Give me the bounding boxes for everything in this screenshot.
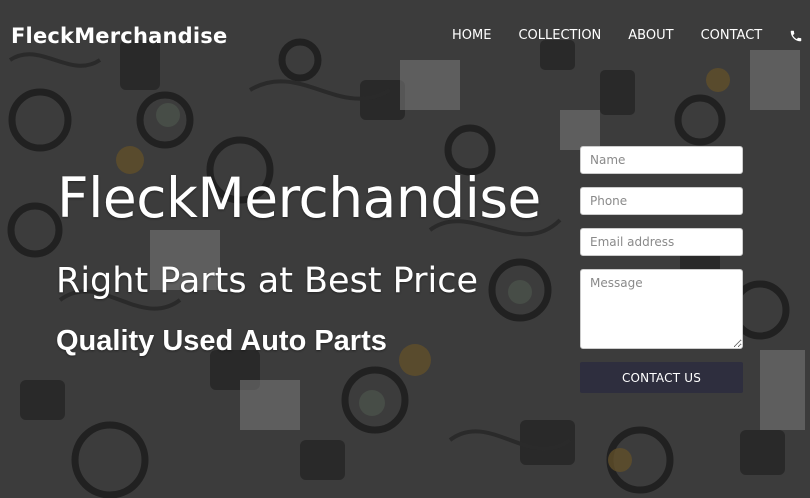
hero-subtitle: Right Parts at Best Price — [56, 261, 479, 301]
phone-icon[interactable] — [789, 29, 803, 43]
main-menu: HOME COLLECTION ABOUT CONTACT — [452, 28, 789, 43]
contact-us-button[interactable]: CONTACT US — [580, 362, 743, 393]
top-navigation-bar: FleckMerchandise HOME COLLECTION ABOUT C… — [0, 0, 810, 74]
nav-item-collection[interactable]: COLLECTION — [518, 28, 601, 43]
name-input[interactable] — [580, 146, 743, 174]
contact-form: CONTACT US — [580, 146, 743, 393]
brand-logo-text[interactable]: FleckMerchandise — [11, 24, 227, 48]
phone-input[interactable] — [580, 187, 743, 215]
email-input[interactable] — [580, 228, 743, 256]
hero-title: FleckMerchandise — [57, 166, 541, 230]
message-textarea[interactable] — [580, 269, 743, 349]
nav-item-contact[interactable]: CONTACT — [701, 28, 763, 43]
hero-tagline: Quality Used Auto Parts — [56, 325, 387, 357]
nav-item-home[interactable]: HOME — [452, 28, 491, 43]
nav-item-about[interactable]: ABOUT — [628, 28, 673, 43]
